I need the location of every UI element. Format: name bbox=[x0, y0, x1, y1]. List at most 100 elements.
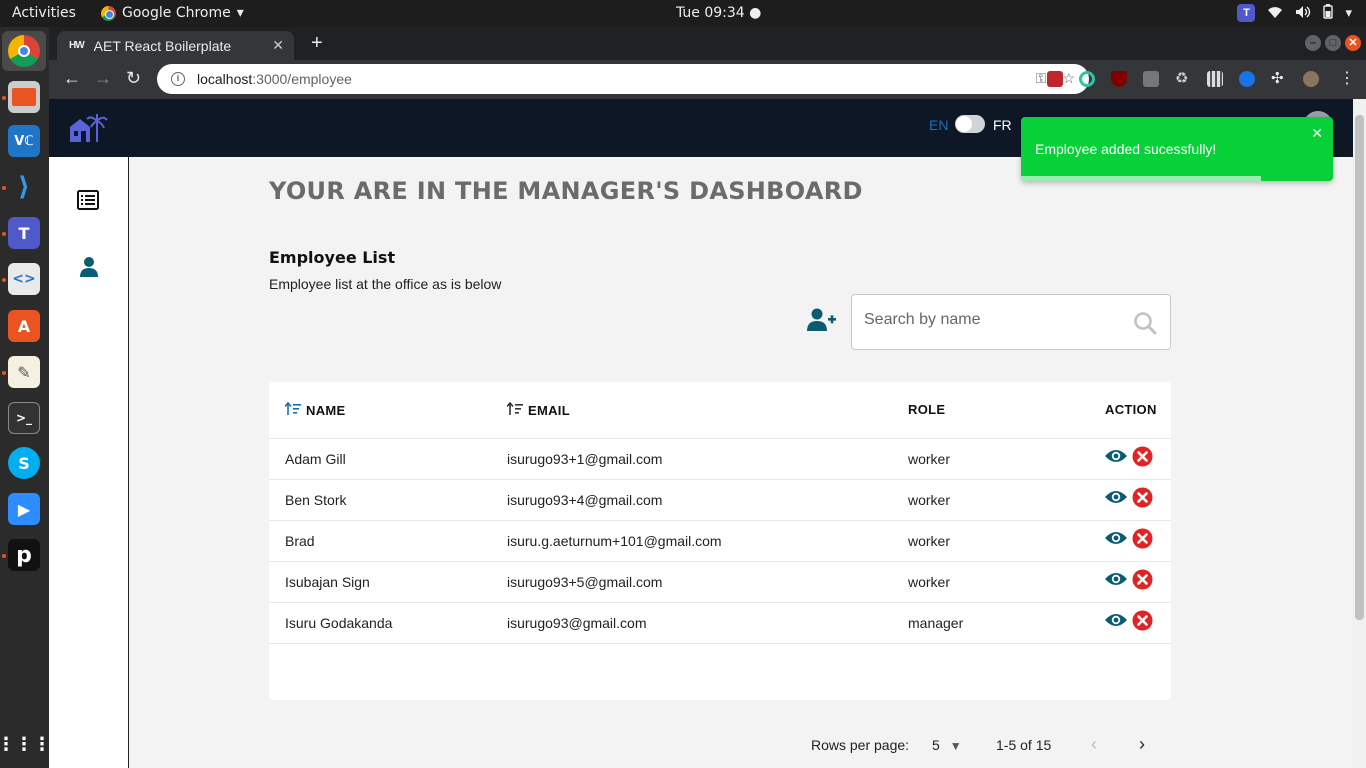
qr-code-icon[interactable] bbox=[1207, 71, 1223, 87]
profile-avatar[interactable] bbox=[1303, 71, 1319, 87]
sort-icon[interactable] bbox=[284, 401, 301, 419]
action-column-header: ACTION bbox=[1105, 402, 1157, 417]
search-icon[interactable] bbox=[1133, 311, 1157, 340]
bookmark-star-icon[interactable]: ☆ bbox=[1062, 70, 1075, 87]
delete-icon[interactable] bbox=[1132, 528, 1153, 554]
forward-button[interactable]: → bbox=[94, 68, 112, 89]
url-path: :3000/employee bbox=[252, 71, 352, 87]
table-row: Ben Stork isurugo93+4@gmail.com worker bbox=[269, 480, 1171, 521]
close-window-button[interactable]: ✕ bbox=[1345, 35, 1361, 51]
files-dock-icon[interactable] bbox=[8, 81, 40, 113]
lang-en-label[interactable]: EN bbox=[929, 117, 948, 133]
address-bar[interactable]: i localhost:3000/employee ⚿ ☆ bbox=[157, 64, 1089, 94]
ublock-icon[interactable] bbox=[1111, 71, 1127, 87]
toast-close-icon[interactable]: ✕ bbox=[1311, 125, 1323, 142]
email-header-label: EMAIL bbox=[528, 403, 570, 418]
tab-close-icon[interactable]: ✕ bbox=[272, 37, 284, 54]
email-column-header[interactable]: EMAIL bbox=[506, 401, 570, 419]
person-icon[interactable] bbox=[79, 256, 99, 283]
role-header-label: ROLE bbox=[908, 402, 946, 417]
list-icon[interactable] bbox=[77, 190, 99, 215]
activities-button[interactable]: Activities bbox=[12, 5, 76, 21]
rows-per-page-select[interactable]: 5 ▼ bbox=[932, 737, 962, 753]
success-toast: Employee added sucessfully! ✕ bbox=[1021, 117, 1333, 181]
app-menu[interactable]: Google Chrome ▾ bbox=[101, 5, 244, 21]
extension-gray-icon[interactable] bbox=[1143, 71, 1159, 87]
search-box bbox=[851, 294, 1171, 350]
volume-icon[interactable] bbox=[1295, 5, 1311, 22]
tab-title: AET React Boilerplate bbox=[93, 37, 232, 54]
sort-icon[interactable] bbox=[506, 401, 523, 419]
scrollbar-thumb[interactable] bbox=[1355, 115, 1364, 620]
view-eye-icon[interactable] bbox=[1104, 611, 1128, 634]
maximize-window-button[interactable]: □ bbox=[1325, 35, 1341, 51]
delete-icon[interactable] bbox=[1132, 487, 1153, 513]
recycle-icon[interactable]: ♻ bbox=[1175, 71, 1191, 87]
view-eye-icon[interactable] bbox=[1104, 447, 1128, 470]
employee-email: isurugo93@gmail.com bbox=[507, 615, 647, 631]
teams-tray-icon[interactable]: T bbox=[1237, 4, 1256, 22]
employee-email: isurugo93+5@gmail.com bbox=[507, 574, 663, 590]
extensions-puzzle-icon[interactable]: ✣ bbox=[1271, 71, 1287, 87]
delete-icon[interactable] bbox=[1132, 569, 1153, 595]
name-column-header[interactable]: NAME bbox=[284, 401, 346, 419]
browser-tab[interactable]: HW AET React Boilerplate ✕ bbox=[57, 31, 294, 60]
new-tab-button[interactable]: + bbox=[311, 32, 323, 55]
employee-name: Adam Gill bbox=[285, 451, 346, 467]
system-menu-chevron-icon[interactable]: ▾ bbox=[1345, 5, 1352, 21]
battery-icon[interactable] bbox=[1323, 4, 1334, 22]
house-logo-icon[interactable] bbox=[69, 113, 109, 148]
show-applications-icon[interactable]: ⋮⋮⋮ bbox=[0, 728, 51, 760]
key-icon[interactable]: ⚿ bbox=[1036, 70, 1047, 87]
search-input[interactable] bbox=[864, 311, 1124, 329]
vnc-dock-icon[interactable]: Vℂ bbox=[8, 125, 40, 157]
software-center-dock-icon[interactable]: A bbox=[8, 310, 40, 342]
minimize-window-button[interactable]: – bbox=[1305, 35, 1321, 51]
add-user-icon[interactable] bbox=[807, 308, 837, 337]
browser-toolbar: ← → ↻ i localhost:3000/employee ⚿ ☆ ♻ ✣ … bbox=[49, 60, 1366, 99]
view-eye-icon[interactable] bbox=[1104, 529, 1128, 552]
running-indicator bbox=[2, 96, 6, 100]
view-eye-icon[interactable] bbox=[1104, 570, 1128, 593]
employee-name: Isuru Godakanda bbox=[285, 615, 393, 631]
delete-icon[interactable] bbox=[1132, 446, 1153, 472]
p-app-dock-icon[interactable]: p bbox=[8, 539, 40, 571]
extension-blue-icon[interactable] bbox=[1239, 71, 1255, 87]
back-button[interactable]: ← bbox=[63, 68, 81, 89]
reload-button[interactable]: ↻ bbox=[126, 68, 141, 89]
previous-page-button[interactable]: ‹ bbox=[1091, 734, 1097, 755]
text-editor-dock-icon[interactable]: ✎ bbox=[8, 356, 40, 388]
chevron-down-icon: ▼ bbox=[949, 739, 962, 753]
view-eye-icon[interactable] bbox=[1104, 488, 1128, 511]
vscode-dock-icon[interactable]: ⟩ bbox=[8, 171, 40, 203]
next-page-button[interactable]: › bbox=[1139, 734, 1145, 755]
chrome-icon bbox=[101, 5, 116, 21]
zoom-dock-icon[interactable]: ▶ bbox=[8, 493, 40, 525]
employee-email: isurugo93+1@gmail.com bbox=[507, 451, 663, 467]
extension-red-icon[interactable] bbox=[1047, 71, 1063, 87]
terminal-dock-icon[interactable]: >_ bbox=[8, 402, 40, 434]
table-row: Adam Gill isurugo93+1@gmail.com worker bbox=[269, 439, 1171, 480]
chrome-dock-icon[interactable] bbox=[8, 35, 40, 67]
page-scrollbar[interactable] bbox=[1353, 99, 1366, 768]
skype-dock-icon[interactable]: S bbox=[8, 447, 40, 479]
employee-email: isuru.g.aeturnum+101@gmail.com bbox=[507, 533, 722, 549]
wifi-icon[interactable] bbox=[1267, 5, 1283, 22]
system-tray[interactable]: T ▾ bbox=[1237, 4, 1352, 22]
pagination-range: 1-5 of 15 bbox=[996, 737, 1052, 753]
name-header-label: NAME bbox=[306, 403, 346, 418]
site-info-icon[interactable]: i bbox=[171, 72, 185, 86]
chrome-menu-icon[interactable]: ⋮ bbox=[1339, 71, 1355, 87]
employee-role: worker bbox=[908, 492, 951, 508]
sidebar bbox=[49, 157, 129, 768]
employee-role: worker bbox=[908, 533, 951, 549]
teams-dock-icon[interactable]: T bbox=[8, 217, 40, 249]
lang-fr-label[interactable]: FR bbox=[993, 117, 1012, 133]
code-editor-dock-icon[interactable]: <> bbox=[8, 263, 40, 295]
delete-icon[interactable] bbox=[1132, 610, 1153, 636]
language-toggle[interactable] bbox=[955, 115, 985, 133]
table-row: Isuru Godakanda isurugo93@gmail.com manage… bbox=[269, 603, 1171, 644]
extension-ring-icon[interactable] bbox=[1079, 71, 1095, 87]
clock[interactable]: Tue 09:34 ● bbox=[676, 5, 761, 21]
page-title: YOUR ARE IN THE MANAGER'S DASHBOARD bbox=[269, 177, 863, 205]
